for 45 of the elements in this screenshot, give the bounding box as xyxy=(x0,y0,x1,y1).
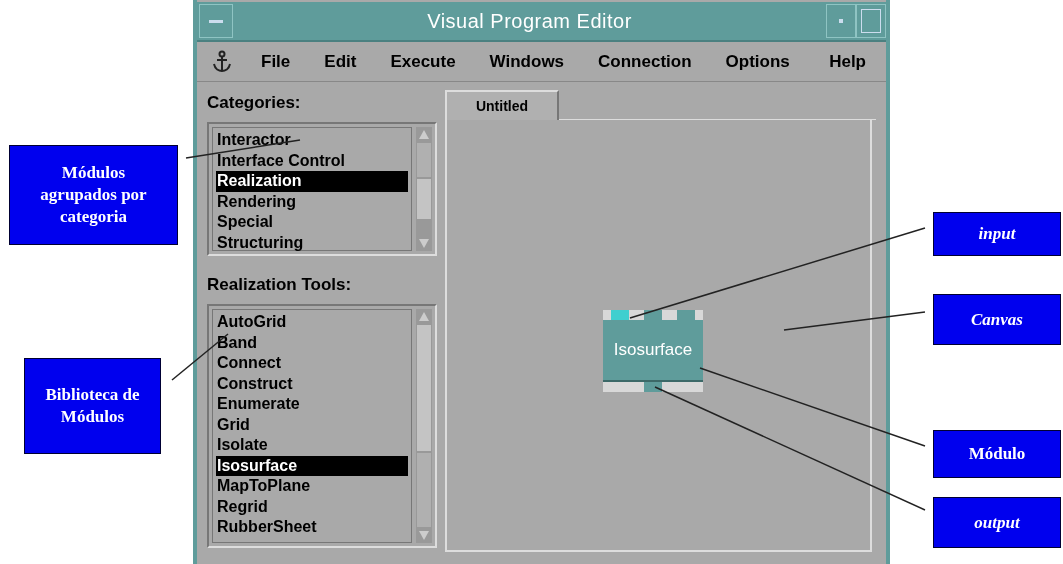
list-item[interactable]: Isolate xyxy=(216,435,408,456)
callout-label: Módulos agrupados por categoria xyxy=(9,145,178,245)
list-item[interactable]: Realization xyxy=(216,171,408,192)
menu-item[interactable]: Help xyxy=(823,48,872,75)
callout-label: Canvas xyxy=(933,294,1061,345)
callout-label: output xyxy=(933,497,1061,548)
scrollbar[interactable] xyxy=(416,127,432,251)
input-port[interactable] xyxy=(644,310,662,320)
input-port[interactable] xyxy=(677,310,695,320)
list-item[interactable]: RubberSheet xyxy=(216,517,408,538)
list-item[interactable]: Interface Control xyxy=(216,150,408,171)
tab[interactable]: Untitled xyxy=(445,90,559,120)
list-item[interactable]: Regrid xyxy=(216,496,408,517)
menu-item[interactable]: Execute xyxy=(384,48,462,75)
callout-label: Módulo xyxy=(933,430,1061,478)
list-item[interactable]: AutoGrid xyxy=(216,312,408,333)
menu-item[interactable]: File xyxy=(255,48,297,75)
list-item[interactable]: Grid xyxy=(216,414,408,435)
input-port[interactable] xyxy=(611,310,629,320)
list-item[interactable]: Structuring xyxy=(216,232,408,253)
list-item[interactable]: Construct xyxy=(216,373,408,394)
list-item[interactable]: Enumerate xyxy=(216,394,408,415)
module-label: Isosurface xyxy=(603,320,703,382)
list-item[interactable]: Band xyxy=(216,332,408,353)
menu-item[interactable]: Connection xyxy=(592,48,698,75)
callout-label: Biblioteca de Módulos xyxy=(24,358,161,454)
list-item[interactable]: MapToPlane xyxy=(216,476,408,497)
list-item[interactable]: Isosurface xyxy=(216,455,408,476)
anchor-icon[interactable] xyxy=(211,49,233,74)
list-item[interactable]: Rendering xyxy=(216,191,408,212)
categories-label: Categories: xyxy=(207,92,302,114)
list-item[interactable]: Connect xyxy=(216,353,408,374)
list-item[interactable]: Interactor xyxy=(216,130,408,151)
minimize-button[interactable] xyxy=(826,4,856,38)
output-port[interactable] xyxy=(644,382,662,392)
list-item[interactable]: Special xyxy=(216,212,408,233)
menu-item[interactable]: Options xyxy=(719,48,796,75)
menu-item[interactable]: Windows xyxy=(483,48,571,75)
maximize-button[interactable] xyxy=(856,4,886,38)
tools-label: Realization Tools: xyxy=(207,274,353,296)
scrollbar[interactable] xyxy=(416,309,432,543)
menu-item[interactable]: Edit xyxy=(318,48,363,75)
window-title: Visual Program Editor xyxy=(426,9,633,34)
window-menu-button[interactable] xyxy=(199,4,233,38)
callout-label: input xyxy=(933,212,1061,256)
